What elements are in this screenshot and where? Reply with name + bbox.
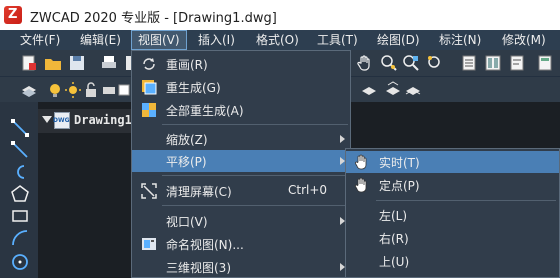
menu-item-label: 上(U) [379, 255, 410, 269]
regen-icon [141, 79, 157, 95]
zoom-window-icon[interactable] [402, 54, 420, 72]
menu-tools[interactable]: 工具(T) [311, 30, 364, 50]
circle-tool-icon[interactable] [10, 252, 30, 272]
menu-insert[interactable]: 插入(I) [192, 30, 241, 50]
layer-state-icon[interactable] [360, 81, 378, 99]
polyline-tool-icon[interactable] [10, 162, 30, 182]
window-title: ZWCAD 2020 专业版 - [Drawing1.dwg] [30, 11, 277, 26]
dwg-file-icon [53, 112, 70, 129]
menu-item-label: 清理屏幕(C) [166, 185, 232, 199]
new-file-icon[interactable] [20, 54, 38, 72]
document-tab-name: Drawing1. [74, 113, 140, 127]
menu-item-3d-views[interactable]: 三维视图(3) [132, 256, 350, 278]
menu-item-label: 缩放(Z) [166, 133, 208, 147]
layer-manager-icon[interactable] [20, 81, 38, 99]
tool-palette-icon[interactable] [508, 54, 526, 72]
layer-isolate-icon[interactable] [404, 81, 422, 99]
menu-edit[interactable]: 编辑(E) [74, 30, 127, 50]
layer-previous-icon[interactable] [384, 81, 402, 99]
zwcad-logo-icon [4, 6, 22, 24]
zoom-previous-icon[interactable] [426, 54, 444, 72]
save-icon[interactable] [68, 54, 86, 72]
menu-view[interactable]: 视图(V) [131, 30, 187, 50]
menu-item-regen[interactable]: 重生成(G) [132, 76, 350, 98]
menu-format[interactable]: 格式(O) [250, 30, 305, 50]
menu-separator [376, 200, 556, 201]
layer-thaw-sun-icon[interactable] [64, 81, 82, 99]
menu-item-label: 实时(T) [379, 156, 420, 170]
design-center-icon[interactable] [484, 54, 502, 72]
redraw-icon [141, 56, 157, 72]
arc-tool-icon[interactable] [10, 228, 30, 248]
menu-item-named-view[interactable]: 命名视图(N)... [132, 233, 350, 255]
menu-item-label: 全部重生成(A) [166, 104, 244, 118]
menu-item-pan-up[interactable]: 上(U) [346, 250, 559, 272]
menu-item-zoom[interactable]: 缩放(Z) [132, 128, 350, 150]
draw-toolbar [0, 102, 38, 278]
menu-item-viewports[interactable]: 视口(V) [132, 210, 350, 232]
menu-item-label: 三维视图(3) [166, 261, 231, 275]
regen-all-icon [141, 102, 157, 118]
layer-lock-icon[interactable] [82, 81, 100, 99]
clean-screen-icon [141, 183, 157, 199]
hand-point-icon [354, 177, 370, 193]
polygon-tool-icon[interactable] [10, 184, 30, 204]
print-icon[interactable] [100, 54, 118, 72]
menu-item-label: 命名视图(N)... [166, 238, 244, 252]
menu-item-label: 重生成(G) [166, 81, 221, 95]
menu-item-label: 平移(P) [166, 155, 207, 169]
properties-icon[interactable] [460, 54, 478, 72]
line-tool-icon[interactable] [10, 118, 30, 138]
menu-item-shortcut: Ctrl+0 [288, 183, 328, 197]
menu-item-pan-realtime[interactable]: 实时(T) [346, 151, 559, 173]
menu-item-label: 右(R) [379, 232, 409, 246]
menu-item-label: 定点(P) [379, 179, 420, 193]
hand-icon [354, 154, 370, 170]
menu-item-pan[interactable]: 平移(P) [132, 150, 350, 172]
open-folder-icon[interactable] [44, 54, 62, 72]
collapse-arrow-icon[interactable] [42, 116, 52, 123]
menu-modify[interactable]: 修改(M) [496, 30, 552, 50]
menu-item-pan-point[interactable]: 定点(P) [346, 174, 559, 196]
pan-submenu: 实时(T) 定点(P) 左(L) 右(R) 上(U) [345, 148, 560, 278]
menu-separator [162, 205, 348, 206]
menu-item-label: 视口(V) [166, 215, 208, 229]
pan-hand-icon[interactable] [356, 54, 374, 72]
zoom-realtime-icon[interactable] [380, 54, 398, 72]
print-preview-icon[interactable] [124, 54, 131, 72]
menu-item-redraw[interactable]: 重画(R) [132, 53, 350, 75]
calculator-icon[interactable] [536, 54, 554, 72]
menu-item-pan-left[interactable]: 左(L) [346, 204, 559, 226]
menu-item-regen-all[interactable]: 全部重生成(A) [132, 99, 350, 121]
menu-file[interactable]: 文件(F) [14, 30, 66, 50]
layer-on-bulb-icon[interactable] [46, 81, 64, 99]
named-view-icon [141, 236, 157, 252]
menu-bar: 文件(F) 编辑(E) 视图(V) 插入(I) 格式(O) 工具(T) 绘图(D… [0, 30, 560, 50]
menu-item-label: 重画(R) [166, 58, 208, 72]
view-dropdown-menu: 重画(R) 重生成(G) 全部重生成(A) 缩放(Z) 平移(P) 清理屏幕(C… [131, 50, 351, 278]
menu-separator [162, 124, 348, 125]
menu-item-label: 左(L) [379, 209, 408, 223]
menu-item-pan-right[interactable]: 右(R) [346, 227, 559, 249]
menu-dimension[interactable]: 标注(N) [433, 30, 487, 50]
ray-tool-icon[interactable] [10, 140, 30, 160]
rectangle-tool-icon[interactable] [10, 206, 30, 226]
menu-separator [162, 175, 348, 176]
menu-item-clean-screen[interactable]: 清理屏幕(C) Ctrl+0 [132, 180, 350, 202]
title-bar: ZWCAD 2020 专业版 - [Drawing1.dwg] [0, 0, 560, 30]
submenu-arrow-icon [340, 135, 345, 143]
menu-draw[interactable]: 绘图(D) [371, 30, 426, 50]
